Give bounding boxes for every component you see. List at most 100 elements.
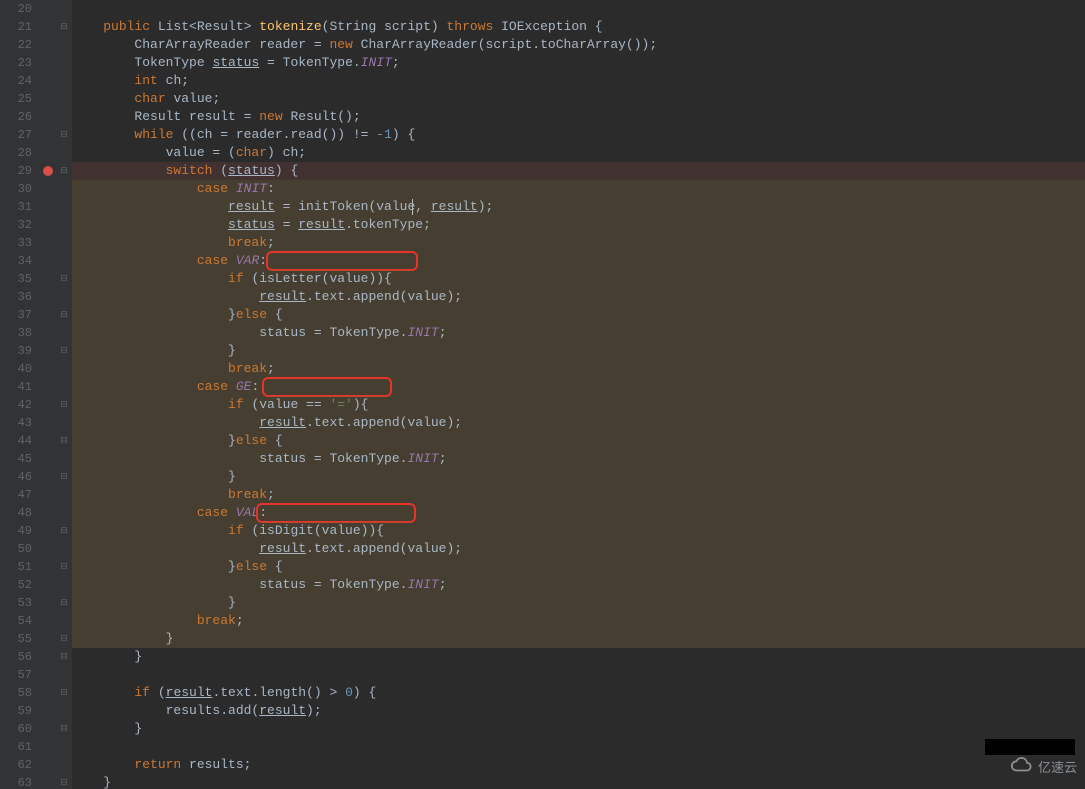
breakpoint-slot[interactable]	[40, 90, 56, 108]
fold-slot[interactable]: ⊟	[56, 630, 72, 648]
code-line[interactable]: Result result = new Result();	[72, 108, 1085, 126]
fold-slot[interactable]	[56, 738, 72, 756]
code-line[interactable]: }	[72, 720, 1085, 738]
breakpoint-slot[interactable]	[40, 760, 56, 778]
breakpoint-slot[interactable]	[40, 508, 56, 526]
fold-slot[interactable]	[56, 540, 72, 558]
code-area[interactable]: public List<Result> tokenize(String scri…	[72, 0, 1085, 789]
fold-toggle-icon[interactable]: ⊟	[60, 274, 68, 284]
breakpoint-slot[interactable]	[40, 778, 56, 789]
code-line[interactable]: if (result.text.length() > 0) {	[72, 684, 1085, 702]
fold-slot[interactable]	[56, 0, 72, 18]
fold-slot[interactable]: ⊟	[56, 342, 72, 360]
breakpoint-gutter[interactable]	[40, 0, 56, 789]
breakpoint-slot[interactable]	[40, 36, 56, 54]
fold-slot[interactable]	[56, 702, 72, 720]
code-line[interactable]: int ch;	[72, 72, 1085, 90]
fold-slot[interactable]	[56, 36, 72, 54]
breakpoint-slot[interactable]	[40, 580, 56, 598]
breakpoint-slot[interactable]	[40, 54, 56, 72]
fold-slot[interactable]	[56, 54, 72, 72]
code-line[interactable]	[72, 738, 1085, 756]
fold-toggle-icon[interactable]: ⊟	[60, 724, 68, 734]
code-line[interactable]: public List<Result> tokenize(String scri…	[72, 18, 1085, 36]
fold-toggle-icon[interactable]: ⊟	[60, 472, 68, 482]
code-line[interactable]: case VAR:	[72, 252, 1085, 270]
fold-toggle-icon[interactable]: ⊟	[60, 562, 68, 572]
breakpoint-slot[interactable]	[40, 202, 56, 220]
breakpoint-slot[interactable]	[40, 382, 56, 400]
fold-slot[interactable]: ⊟	[56, 396, 72, 414]
fold-slot[interactable]	[56, 504, 72, 522]
fold-slot[interactable]	[56, 576, 72, 594]
fold-slot[interactable]	[56, 108, 72, 126]
code-line[interactable]: value = (char) ch;	[72, 144, 1085, 162]
fold-slot[interactable]: ⊟	[56, 162, 72, 180]
breakpoint-slot[interactable]	[40, 652, 56, 670]
breakpoint-slot[interactable]	[40, 256, 56, 274]
breakpoint-slot[interactable]	[40, 292, 56, 310]
fold-toggle-icon[interactable]: ⊟	[60, 778, 68, 788]
fold-toggle-icon[interactable]: ⊟	[60, 436, 68, 446]
fold-toggle-icon[interactable]: ⊟	[60, 130, 68, 140]
code-line[interactable]: }	[72, 594, 1085, 612]
breakpoint-slot[interactable]	[40, 706, 56, 724]
code-line[interactable]	[72, 666, 1085, 684]
code-line[interactable]: }	[72, 630, 1085, 648]
fold-slot[interactable]	[56, 450, 72, 468]
fold-toggle-icon[interactable]: ⊟	[60, 22, 68, 32]
breakpoint-slot[interactable]	[40, 724, 56, 742]
breakpoint-slot[interactable]	[40, 220, 56, 238]
code-line[interactable]: if (isLetter(value)){	[72, 270, 1085, 288]
code-line[interactable]: }else {	[72, 558, 1085, 576]
code-line[interactable]: }	[72, 648, 1085, 666]
breakpoint-slot[interactable]	[40, 688, 56, 706]
code-line[interactable]: }else {	[72, 432, 1085, 450]
code-line[interactable]: results.add(result);	[72, 702, 1085, 720]
fold-slot[interactable]	[56, 216, 72, 234]
code-line[interactable]	[72, 0, 1085, 18]
fold-slot[interactable]	[56, 756, 72, 774]
breakpoint-slot[interactable]	[40, 238, 56, 256]
code-line[interactable]: break;	[72, 486, 1085, 504]
code-line[interactable]: status = TokenType.INIT;	[72, 576, 1085, 594]
breakpoint-slot[interactable]	[40, 490, 56, 508]
breakpoint-slot[interactable]	[40, 310, 56, 328]
fold-toggle-icon[interactable]: ⊟	[60, 688, 68, 698]
code-line[interactable]: switch (status) {	[72, 162, 1085, 180]
breakpoint-slot[interactable]	[40, 184, 56, 202]
fold-slot[interactable]	[56, 666, 72, 684]
breakpoint-slot[interactable]	[40, 274, 56, 292]
code-line[interactable]: }	[72, 774, 1085, 789]
fold-slot[interactable]: ⊟	[56, 126, 72, 144]
fold-gutter[interactable]: ⊟⊟⊟⊟⊟⊟⊟⊟⊟⊟⊟⊟⊟⊟⊟⊟⊟	[56, 0, 72, 789]
fold-slot[interactable]: ⊟	[56, 432, 72, 450]
code-line[interactable]: result.text.append(value);	[72, 288, 1085, 306]
code-line[interactable]: break;	[72, 612, 1085, 630]
breakpoint-slot[interactable]	[40, 634, 56, 652]
breakpoint-slot[interactable]	[40, 598, 56, 616]
breakpoint-slot[interactable]	[40, 742, 56, 760]
breakpoint-slot[interactable]	[40, 18, 56, 36]
fold-slot[interactable]: ⊟	[56, 270, 72, 288]
fold-slot[interactable]	[56, 72, 72, 90]
code-line[interactable]: case INIT:	[72, 180, 1085, 198]
breakpoint-slot[interactable]	[40, 144, 56, 162]
fold-slot[interactable]: ⊟	[56, 558, 72, 576]
fold-slot[interactable]	[56, 324, 72, 342]
breakpoint-slot[interactable]	[40, 400, 56, 418]
breakpoint-icon[interactable]	[43, 166, 53, 176]
code-line[interactable]: break;	[72, 234, 1085, 252]
fold-toggle-icon[interactable]: ⊟	[60, 652, 68, 662]
breakpoint-slot[interactable]	[40, 670, 56, 688]
fold-toggle-icon[interactable]: ⊟	[60, 400, 68, 410]
fold-slot[interactable]: ⊟	[56, 468, 72, 486]
breakpoint-slot[interactable]	[40, 166, 56, 184]
fold-toggle-icon[interactable]: ⊟	[60, 526, 68, 536]
fold-slot[interactable]	[56, 612, 72, 630]
fold-toggle-icon[interactable]: ⊟	[60, 598, 68, 608]
fold-slot[interactable]	[56, 180, 72, 198]
code-line[interactable]: result.text.append(value);	[72, 540, 1085, 558]
code-line[interactable]: case VAL:	[72, 504, 1085, 522]
fold-slot[interactable]: ⊟	[56, 522, 72, 540]
